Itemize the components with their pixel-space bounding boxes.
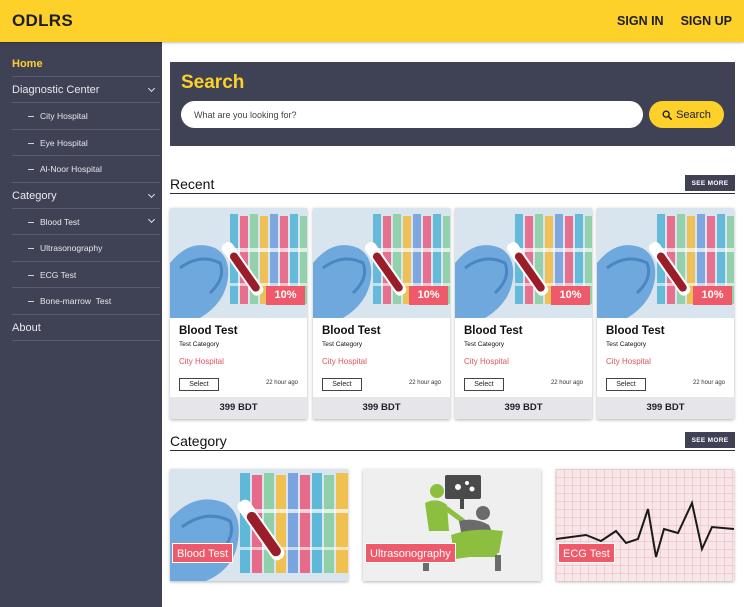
card-category: Test Category [606,341,647,348]
card-timestamp: 22 hour ago [408,380,441,386]
card-timestamp: 22 hour ago [550,380,583,386]
card-price: 399 BDT [313,397,450,419]
card-timestamp: 22 hour ago [265,380,298,386]
card-price: 399 BDT [597,397,734,419]
sign-up-link[interactable]: SIGN UP [681,14,732,28]
card-price: 399 BDT [455,397,592,419]
card-hospital[interactable]: City Hospital [179,357,224,366]
sidebar-item-label: Eye Hospital [40,137,88,148]
search-icon [662,110,672,120]
test-card[interactable]: 10% Blood Test Test Category City Hospit… [597,208,734,419]
category-tile-label: Ultrasonography [365,543,456,563]
sidebar-item-label: Al-Noor Hospital [40,164,102,174]
discount-badge: 10% [409,286,448,305]
dash-icon [28,274,34,276]
main-content: Search Search Recent SEE MORE [162,42,744,607]
select-button[interactable]: Select [464,378,504,391]
search-button-label: Search [676,108,711,121]
card-title: Blood Test [464,325,523,337]
dash-icon [28,301,34,303]
blood-test-image: 10% [455,208,592,318]
dash-icon [28,169,34,171]
sidebar-item-label: City Hospital [40,111,88,121]
sidebar-subitem-bone-marrow-test[interactable]: Bone-marrow Test [12,288,160,315]
category-tile-blood-test[interactable]: Blood Test [170,469,348,581]
card-hospital[interactable]: City Hospital [464,357,509,366]
search-panel: Search Search [170,62,735,146]
sidebar-subitem-al-noor-hospital[interactable]: Al-Noor Hospital [12,156,160,183]
sidebar-subitem-eye-hospital[interactable]: Eye Hospital [12,130,160,156]
sidebar-subitem-ultrasonography[interactable]: Ultrasonography [12,235,160,262]
recent-see-more-button[interactable]: SEE MORE [685,175,735,191]
ecg-chart-image [556,469,734,581]
brand-logo[interactable]: ODLRS [12,11,73,31]
discount-badge: 10% [551,286,590,305]
category-tile-ecg-test[interactable]: ECG Test [556,469,734,581]
sidebar-item-label: Category [12,189,57,202]
card-category: Test Category [322,341,363,348]
ultrasonography-illustration [363,469,541,581]
dash-icon [28,116,34,118]
dash-icon [28,221,34,223]
category-tile-label: ECG Test [558,543,615,563]
discount-badge: 10% [693,286,732,305]
sidebar-item-label: ECG Test [40,269,77,280]
sidebar-item-home[interactable]: Home [12,51,160,77]
select-button[interactable]: Select [322,378,362,391]
top-nav: SIGN IN SIGN UP [617,14,732,28]
card-category: Test Category [464,341,505,348]
category-title: Category [170,433,227,449]
test-card[interactable]: 10% Blood Test Test Category City Hospit… [455,208,592,419]
test-card[interactable]: 10% Blood Test Test Category City Hospit… [313,208,450,419]
select-button[interactable]: Select [606,378,646,391]
category-tile-ultrasonography[interactable]: Ultrasonography [363,469,541,581]
category-section-header: Category SEE MORE [170,432,735,451]
card-hospital[interactable]: City Hospital [322,357,367,366]
search-title: Search [181,72,245,93]
sidebar-subitem-ecg-test[interactable]: ECG Test [12,262,160,288]
recent-title: Recent [170,176,215,192]
search-button[interactable]: Search [649,101,724,128]
recent-section-header: Recent SEE MORE [170,175,735,194]
blood-test-tubes-image [170,469,348,581]
card-price: 399 BDT [170,397,307,419]
sidebar-subitem-blood-test[interactable]: Blood Test [12,209,160,235]
sidebar-item-label: Bone-marrow Test [40,296,112,306]
blood-test-image: 10% [170,208,307,318]
card-timestamp: 22 hour ago [692,380,725,386]
sidebar-item-label: Blood Test [40,216,80,227]
select-button[interactable]: Select [179,378,219,391]
dash-icon [28,142,34,144]
test-card[interactable]: 10% Blood Test Test Category City Hospit… [170,208,307,419]
sign-in-link[interactable]: SIGN IN [617,14,664,28]
dash-icon [28,248,34,250]
top-bar: ODLRS SIGN IN SIGN UP [0,0,744,42]
card-hospital[interactable]: City Hospital [606,357,651,366]
sidebar-subitem-city-hospital[interactable]: City Hospital [12,103,160,130]
card-title: Blood Test [179,325,238,337]
category-tile-label: Blood Test [172,543,234,563]
sidebar: Home Diagnostic Center City Hospital Eye… [0,42,162,607]
blood-test-image: 10% [597,208,734,318]
sidebar-item-diagnostic-center[interactable]: Diagnostic Center [12,77,160,103]
chevron-down-icon [147,190,156,198]
card-title: Blood Test [322,325,381,337]
card-category: Test Category [179,341,220,348]
sidebar-item-about[interactable]: About [12,315,160,341]
discount-badge: 10% [266,286,305,305]
search-input[interactable] [181,101,643,128]
sidebar-item-label: Diagnostic Center [12,84,100,96]
blood-test-image: 10% [313,208,450,318]
chevron-down-icon [147,84,156,93]
sidebar-item-label: Ultrasonography [40,243,103,253]
chevron-down-icon [147,215,156,223]
card-title: Blood Test [606,325,665,337]
sidebar-item-category[interactable]: Category [12,183,160,209]
category-see-more-button[interactable]: SEE MORE [685,432,735,448]
